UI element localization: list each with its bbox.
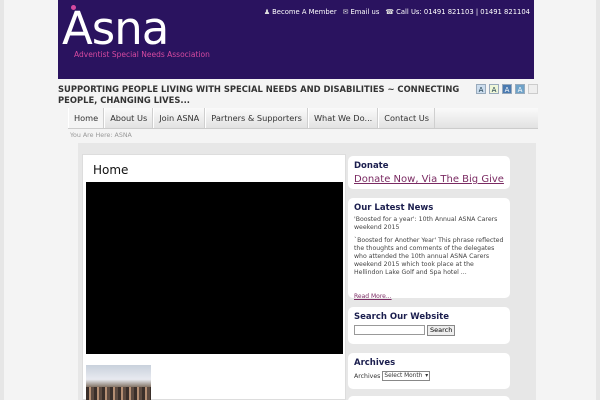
nav-item-about-us[interactable]: About Us: [104, 108, 154, 128]
person-icon: ♟: [263, 8, 271, 16]
nav-item-contact-us[interactable]: Contact Us: [378, 108, 436, 128]
font-size-reset-button[interactable]: [528, 84, 538, 94]
page-title: Home: [93, 163, 129, 177]
archives-label: Archives: [354, 372, 381, 380]
phone-info: ☎ Call Us: 01491 821103 | 01491 821104: [385, 8, 530, 16]
gallery-thumbnail[interactable]: [86, 365, 151, 400]
phone-icon: ☎: [385, 8, 395, 16]
search-input[interactable]: [354, 325, 425, 335]
latest-news-widget: Our Latest News 'Boosted for a year': 10…: [348, 198, 510, 300]
breadcrumb: You Are Here: ASNA: [70, 132, 132, 139]
read-more-link[interactable]: Read More...: [354, 293, 392, 300]
nav-item-what-we-do[interactable]: What We Do...: [307, 108, 379, 128]
chevron-down-icon: ▾: [425, 373, 429, 379]
main-nav: Home About Us Join ASNA Partners & Suppo…: [68, 108, 538, 129]
nav-item-home[interactable]: Home: [68, 108, 105, 128]
site-tagline: SUPPORTING PEOPLE LIVING WITH SPECIAL NE…: [58, 84, 460, 105]
news-title: Our Latest News: [354, 203, 434, 213]
nav-item-join-asna[interactable]: Join ASNA: [153, 108, 206, 128]
become-member-link[interactable]: ♟ Become A Member: [264, 8, 337, 16]
donate-link[interactable]: Donate Now, Via The Big Give: [354, 174, 504, 185]
logo-subtitle: Adventist Special Needs Association: [74, 50, 210, 59]
news-post-title[interactable]: 'Boosted for a year': 10th Annual ASNA C…: [354, 216, 504, 232]
font-size-large-button[interactable]: A: [502, 84, 512, 94]
envelope-icon: ✉: [342, 8, 349, 16]
site-logo[interactable]: Asna Adventist Special Needs Association: [62, 2, 210, 59]
search-title: Search Our Website: [354, 312, 450, 322]
search-button[interactable]: Search: [427, 325, 456, 336]
font-size-small-button[interactable]: A: [476, 84, 486, 94]
news-excerpt: `Boosted for Another Year' This phrase r…: [354, 237, 504, 276]
thumbnail-crowd: [86, 387, 151, 400]
archives-select[interactable]: Select Month ▾: [382, 371, 431, 381]
main-content: Home: [82, 154, 346, 400]
donate-widget: Donate Donate Now, Via The Big Give: [348, 156, 510, 189]
font-size-controls: A A A A: [476, 84, 538, 94]
top-links: ♟ Become A Member ✉ Email us ☎ Call Us: 014…: [264, 8, 530, 16]
email-link[interactable]: ✉ Email us: [343, 8, 380, 16]
search-form: Search: [354, 325, 504, 336]
nav-item-partners-supporters[interactable]: Partners & Supporters: [205, 108, 308, 128]
site-header: Asna Adventist Special Needs Association…: [58, 0, 534, 79]
donate-title: Donate: [354, 161, 389, 171]
logo-wordmark: Asna: [62, 2, 169, 55]
video-player[interactable]: [86, 182, 343, 354]
archives-row: Archives Select Month ▾: [354, 371, 504, 381]
logo-accent-dot: [71, 5, 76, 10]
archives-selected-value: Select Month: [384, 373, 423, 379]
archives-title: Archives: [354, 358, 396, 368]
next-widget: [348, 396, 510, 400]
font-size-xlarge-button[interactable]: A: [515, 84, 525, 94]
font-size-medium-button[interactable]: A: [489, 84, 499, 94]
archives-widget: Archives Archives Select Month ▾: [348, 353, 510, 389]
search-widget: Search Our Website Search: [348, 307, 510, 344]
